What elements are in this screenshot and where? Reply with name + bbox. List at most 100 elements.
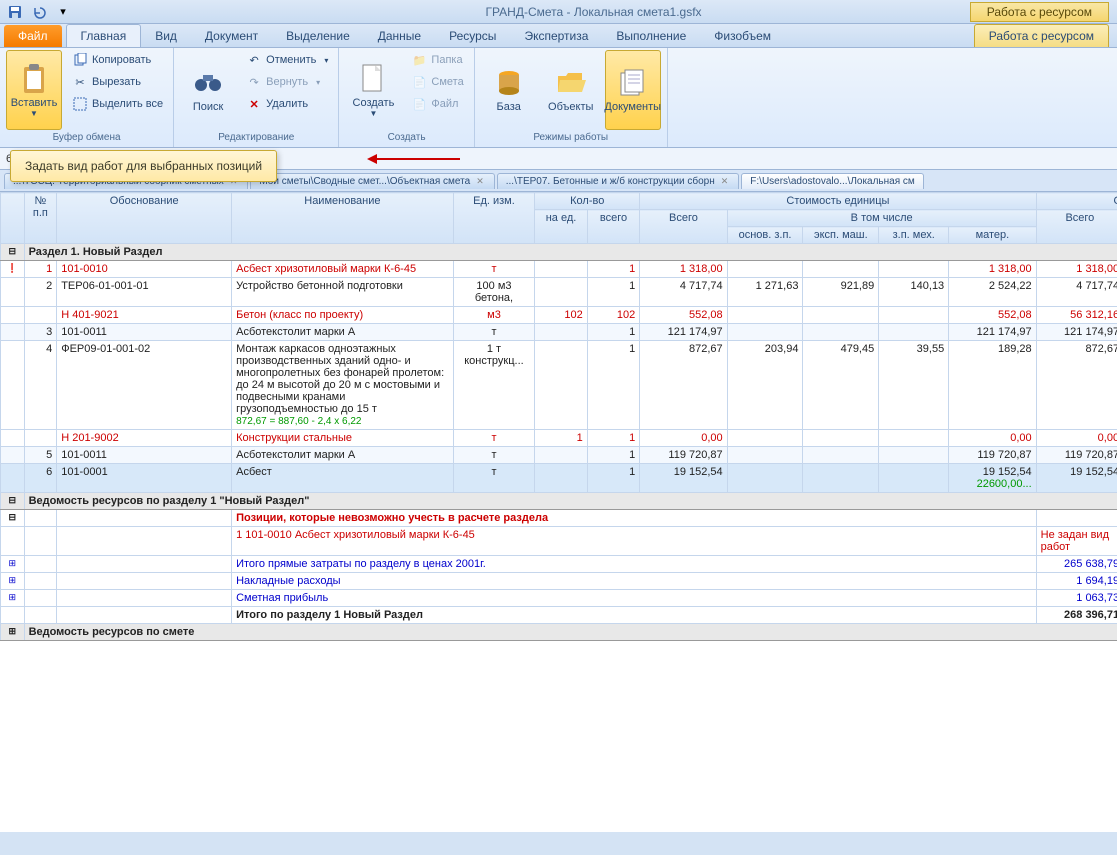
redo-label: Вернуть (266, 76, 308, 88)
paste-button[interactable]: Вставить ▼ (6, 50, 62, 130)
folder-icon: 📁 (411, 52, 427, 68)
table-row[interactable]: 1 101-0010 Асбест хризотиловый марки К-6… (1, 527, 1117, 556)
formula-input[interactable] (181, 152, 1111, 166)
col-ed[interactable]: Ед. изм. (453, 193, 535, 244)
col-mater[interactable]: матер. (949, 227, 1036, 244)
tab-document[interactable]: Документ (191, 25, 272, 47)
delete-icon: ✕ (246, 96, 262, 112)
col-eksp[interactable]: эксп. маш. (803, 227, 879, 244)
qat-dropdown-icon[interactable]: ▾ (52, 2, 74, 22)
tab-selection[interactable]: Выделение (272, 25, 364, 47)
cut-button[interactable]: ✂ Вырезать (68, 72, 167, 92)
clipboard-icon (18, 63, 50, 95)
close-icon[interactable]: ✕ (719, 176, 731, 187)
base-button[interactable]: База (481, 50, 537, 130)
tab-main[interactable]: Главная (66, 24, 142, 47)
undo-icon: ↶ (246, 52, 262, 68)
table-row[interactable]: ⊟Раздел 1. Новый Раздел (1, 244, 1117, 261)
doctab-2[interactable]: Мои сметы\Сводные смет...\Объектная смет… (250, 173, 494, 189)
selectall-icon (72, 96, 88, 112)
paste-label: Вставить (11, 97, 58, 109)
folder-button[interactable]: 📁Папка (407, 50, 467, 70)
redo-button[interactable]: ↷Вернуть▾ (242, 72, 332, 92)
delete-label: Удалить (266, 98, 308, 110)
create-button[interactable]: Создать ▼ (345, 50, 401, 130)
tab-physvol[interactable]: Физобъем (700, 25, 785, 47)
table-row[interactable]: 2ТЕР06-01-001-01Устройство бетонной подг… (1, 278, 1117, 307)
qat-undo-icon[interactable] (28, 2, 50, 22)
objects-button[interactable]: Объекты (543, 50, 599, 130)
redo-icon: ↷ (246, 74, 262, 90)
group-modes: База Объекты Документы Режимы работы (475, 48, 668, 147)
table-row[interactable]: Н 401-9021Бетон (класс по проекту)м31021… (1, 307, 1117, 324)
copy-button[interactable]: Копировать (68, 50, 167, 70)
file-icon: 📄 (411, 96, 427, 112)
search-button[interactable]: Поиск (180, 50, 236, 130)
folder-open-icon (555, 67, 587, 99)
ribbon-body: Вставить ▼ Копировать ✂ Вырезать Выделить… (0, 48, 1117, 148)
group-create: Создать ▼ 📁Папка 📄 Смета 📄Файл Создать (339, 48, 474, 147)
window-title: ГРАНД-Смета - Локальная смета1.gsfx (74, 5, 1113, 19)
col-kolvo[interactable]: Кол-во (535, 193, 640, 210)
ribbon-tab-strip: Файл Главная Вид Документ Выделение Данн… (0, 24, 1117, 48)
doc-icon: 📄 (411, 74, 427, 90)
table-row[interactable]: 4ФЕР09-01-001-02Монтаж каркасов одноэтаж… (1, 341, 1117, 430)
search-label: Поиск (193, 101, 223, 113)
group-label-clipboard: Буфер обмена (6, 130, 167, 145)
col-osn[interactable]: основ. з.п. (727, 227, 803, 244)
table-row[interactable]: 6101-0001Асбестт119 152,5419 152,5422600… (1, 464, 1117, 493)
doctab-4[interactable]: F:\Users\adostovalo...\Локальная см (741, 173, 924, 189)
doctab-3[interactable]: ...\ТЕР07. Бетонные и ж/б конструкции сб… (497, 173, 740, 189)
group-label-create: Создать (345, 130, 467, 145)
col-vsego1[interactable]: всего (587, 210, 639, 244)
delete-button[interactable]: ✕ Удалить (242, 94, 332, 114)
documents-button[interactable]: Документы (605, 50, 661, 130)
table-row[interactable]: 5101-0011Асботекстолит марки Ат1119 720,… (1, 447, 1117, 464)
scissors-icon: ✂ (72, 74, 88, 90)
tab-resource-work[interactable]: Работа с ресурсом (974, 24, 1109, 47)
col-vsego3[interactable]: Всего (1036, 210, 1117, 244)
tooltip-arrow (370, 158, 460, 160)
undo-button[interactable]: ↶Отменить▾ (242, 50, 332, 70)
table-row[interactable]: ⊞Ведомость ресурсов по смете (1, 624, 1117, 641)
selectall-label: Выделить все (92, 98, 163, 110)
table-row[interactable]: ⊞Итого прямые затраты по разделу в ценах… (1, 556, 1117, 573)
table-row[interactable]: ❗1101-0010Асбест хризотиловый марки К-6-… (1, 261, 1117, 278)
tooltip-callout: Задать вид работ для выбранных позиций (10, 150, 277, 182)
tab-data[interactable]: Данные (364, 25, 435, 47)
estimate-grid: № п.п Обоснование Наименование Ед. изм. … (0, 192, 1117, 641)
doctab-label: F:\Users\adostovalo...\Локальная см (750, 176, 915, 187)
col-num[interactable]: № п.п (24, 193, 57, 244)
table-row[interactable]: ⊟Позиции, которые невозможно учесть в ра… (1, 510, 1117, 527)
tab-expertise[interactable]: Экспертиза (510, 25, 602, 47)
cut-label: Вырезать (92, 76, 141, 88)
col-obos[interactable]: Обоснование (57, 193, 232, 244)
smeta-label: Смета (431, 76, 463, 88)
col-vsego2[interactable]: Всего (640, 210, 727, 244)
col-naim[interactable]: Наименование (232, 193, 454, 244)
table-row[interactable]: Н 201-9002Конструкции стальныет110,000,0… (1, 430, 1117, 447)
file-button[interactable]: 📄Файл (407, 94, 467, 114)
file-tab[interactable]: Файл (4, 25, 62, 47)
col-naed[interactable]: на ед. (535, 210, 587, 244)
col-stoim[interactable]: Стоимость единицы (640, 193, 1036, 210)
database-icon (493, 67, 525, 99)
table-row[interactable]: ⊞Накладные расходы1 694,19 (1, 573, 1117, 590)
dropdown-icon: ▼ (30, 109, 38, 118)
tab-view[interactable]: Вид (141, 25, 191, 47)
smeta-button[interactable]: 📄 Смета (407, 72, 467, 92)
table-row[interactable]: Итого по разделу 1 Новый Раздел268 396,7… (1, 607, 1117, 624)
grid-scroll[interactable]: № п.п Обоснование Наименование Ед. изм. … (0, 192, 1117, 832)
tab-execution[interactable]: Выполнение (602, 25, 700, 47)
tab-resources[interactable]: Ресурсы (435, 25, 510, 47)
close-icon[interactable]: ✕ (474, 176, 486, 187)
quick-access-toolbar: ▾ (4, 2, 74, 22)
selectall-button[interactable]: Выделить все (68, 94, 167, 114)
qat-save-icon[interactable] (4, 2, 26, 22)
table-row[interactable]: 3101-0011Асботекстолит марки Ат1121 174,… (1, 324, 1117, 341)
col-tom[interactable]: В том числе (727, 210, 1036, 227)
col-zpmeh[interactable]: з.п. мех. (879, 227, 949, 244)
table-row[interactable]: ⊟Ведомость ресурсов по разделу 1 "Новый … (1, 493, 1117, 510)
col-total[interactable]: О (1036, 193, 1117, 210)
table-row[interactable]: ⊞Сметная прибыль1 063,73 (1, 590, 1117, 607)
